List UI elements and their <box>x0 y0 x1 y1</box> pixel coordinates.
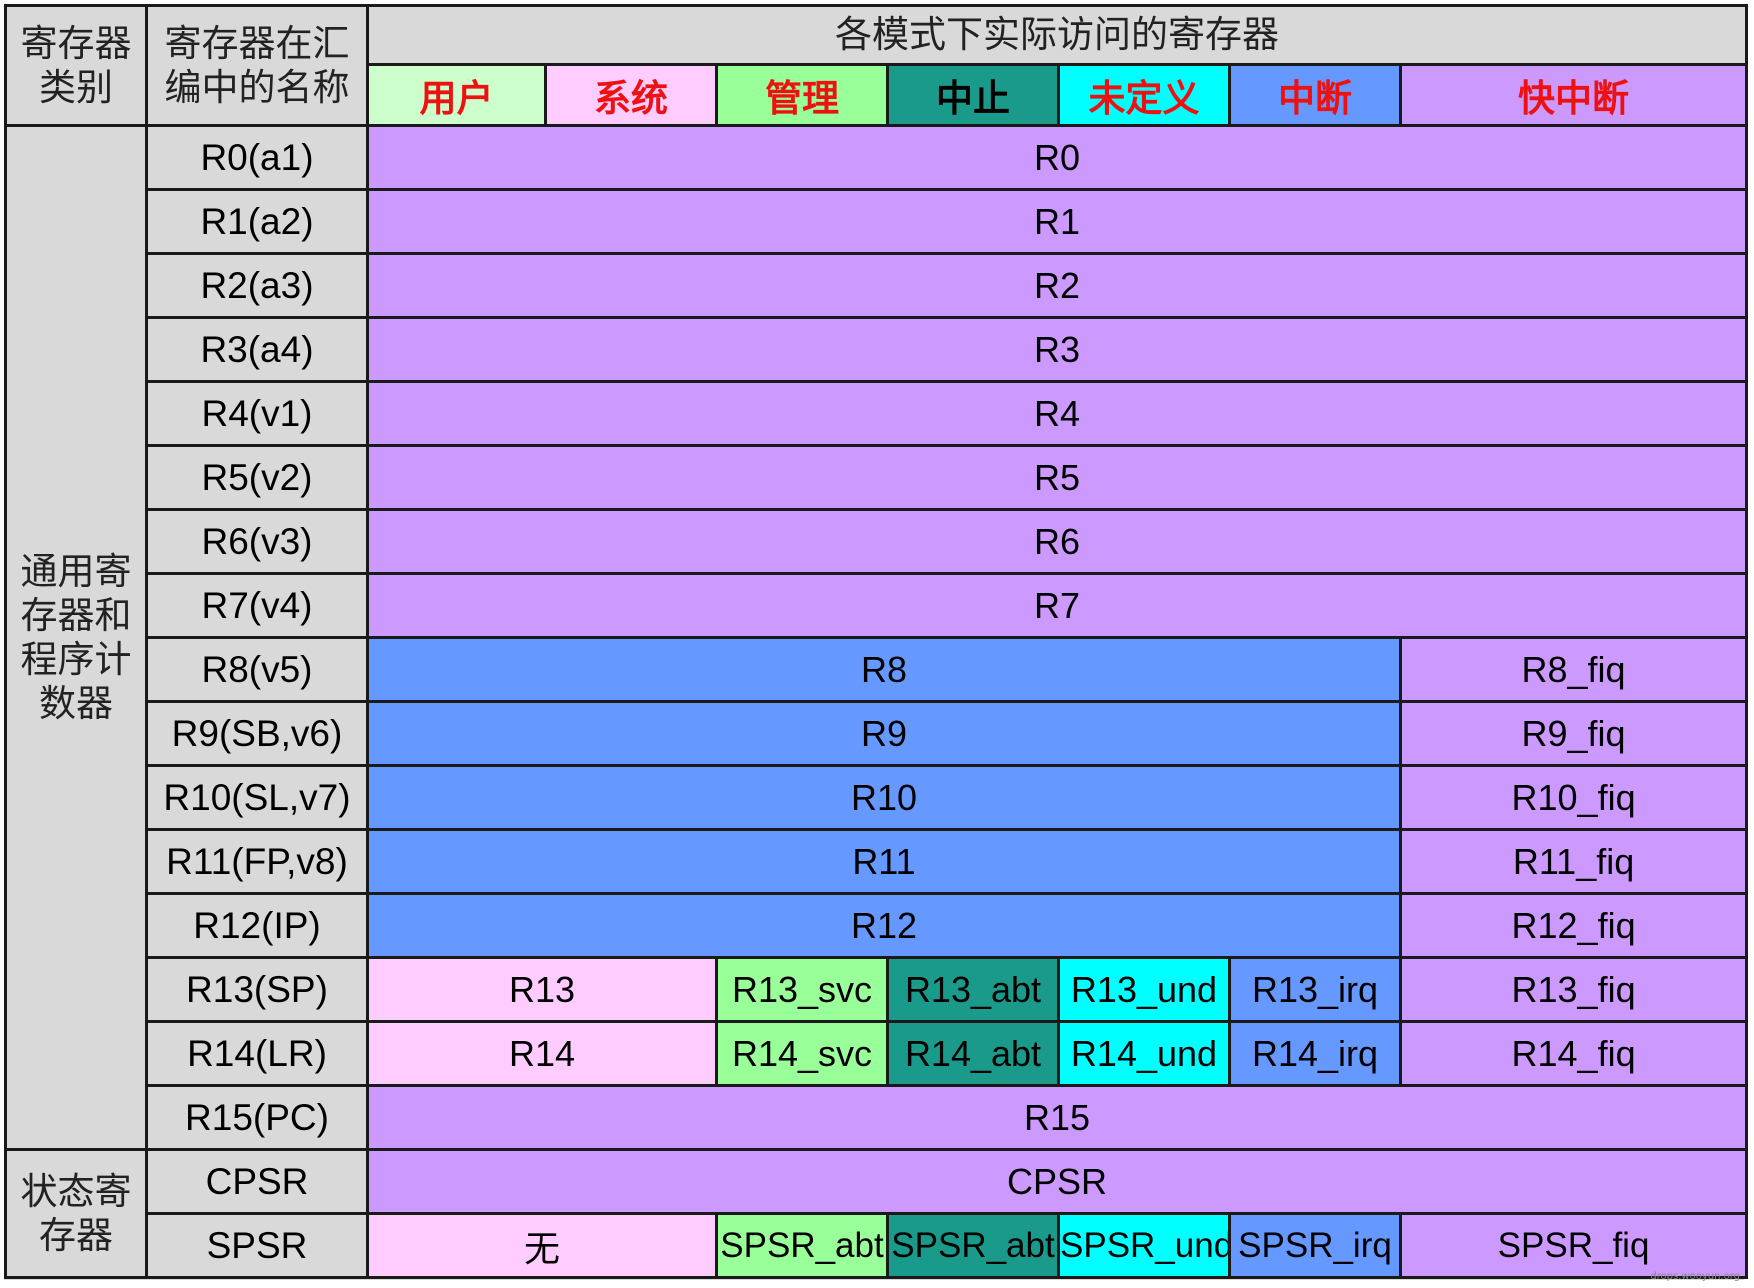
mode-abort: 中止 <box>886 63 1060 127</box>
reg-cell-r8: R8 <box>366 636 1402 703</box>
reg-cell-r9-fiq: R9_fiq <box>1398 700 1749 767</box>
reg-name-r10: R10(SL,v7) <box>145 764 369 831</box>
table-row: R13(SP) R13 R13_svc R13_abt R13_und R13_… <box>6 956 1749 1023</box>
table-row: R6(v3) R6 <box>6 508 1749 575</box>
reg-cell-r14-svc: R14_svc <box>715 1020 889 1087</box>
reg-name-r3: R3(a4) <box>145 316 369 383</box>
reg-name-r8: R8(v5) <box>145 636 369 703</box>
reg-cell-r4: R4 <box>365 380 1749 447</box>
reg-name-spsr: SPSR <box>145 1212 369 1279</box>
reg-name-r9: R9(SB,v6) <box>145 700 369 767</box>
reg-cell-spsr-usr-sys: 无 <box>366 1212 718 1279</box>
reg-cell-r0: R0 <box>365 124 1749 191</box>
reg-cell-r1: R1 <box>365 188 1749 255</box>
header-modes-title: 各模式下实际访问的寄存器 <box>365 4 1749 66</box>
table-row: R2(a3) R2 <box>6 252 1749 319</box>
reg-name-r6: R6(v3) <box>145 508 369 575</box>
reg-cell-r13-svc: R13_svc <box>715 956 889 1023</box>
mode-supervisor: 管理 <box>715 63 889 127</box>
table-row: R7(v4) R7 <box>6 572 1749 639</box>
reg-name-cpsr: CPSR <box>145 1148 369 1215</box>
reg-cell-r11-fiq: R11_fiq <box>1398 828 1749 895</box>
reg-cell-r11: R11 <box>366 828 1402 895</box>
reg-cell-spsr-irq: SPSR_irq <box>1228 1212 1402 1279</box>
reg-cell-r7: R7 <box>365 572 1749 639</box>
reg-name-r15: R15(PC) <box>145 1084 369 1151</box>
register-table-sheet: 寄存器类别 寄存器在汇编中的名称 各模式下实际访问的寄存器 用户 系统 管理 中… <box>4 4 1749 1280</box>
reg-cell-r5: R5 <box>365 444 1749 511</box>
arm-register-table: 寄存器类别 寄存器在汇编中的名称 各模式下实际访问的寄存器 用户 系统 管理 中… <box>4 4 1749 1279</box>
reg-cell-r9: R9 <box>366 700 1402 767</box>
category-status: 状态寄存器 <box>4 1148 148 1279</box>
reg-cell-r8-fiq: R8_fiq <box>1398 636 1749 703</box>
table-row: R4(v1) R4 <box>6 380 1749 447</box>
reg-cell-r6: R6 <box>365 508 1749 575</box>
reg-cell-spsr-svc: SPSR_abt <box>715 1212 889 1279</box>
header-register-category: 寄存器类别 <box>4 4 148 127</box>
mode-undefined: 未定义 <box>1057 63 1231 127</box>
reg-name-r14: R14(LR) <box>145 1020 369 1087</box>
reg-name-r1: R1(a2) <box>145 188 369 255</box>
reg-name-r5: R5(v2) <box>145 444 369 511</box>
reg-name-r2: R2(a3) <box>145 252 369 319</box>
table-row: R10(SL,v7) R10 R10_fiq <box>6 764 1749 831</box>
table-row: R11(FP,v8) R11 R11_fiq <box>6 828 1749 895</box>
table-row: R1(a2) R1 <box>6 188 1749 255</box>
reg-name-r11: R11(FP,v8) <box>145 828 369 895</box>
table-row: R5(v2) R5 <box>6 444 1749 511</box>
table-row: SPSR 无 SPSR_abt SPSR_abt SPSR_und SPSR_i… <box>6 1212 1749 1279</box>
reg-cell-spsr-abt: SPSR_abt <box>886 1212 1060 1279</box>
table-row: R12(IP) R12 R12_fiq <box>6 892 1749 959</box>
category-general: 通用寄存器和程序计数器 <box>4 124 148 1151</box>
reg-cell-r15: R15 <box>365 1084 1749 1151</box>
mode-fiq: 快中断 <box>1398 63 1749 127</box>
reg-cell-r13-usr-sys: R13 <box>366 956 718 1023</box>
reg-cell-spsr-und: SPSR_und <box>1057 1212 1231 1279</box>
reg-cell-r14-usr-sys: R14 <box>366 1020 718 1087</box>
reg-cell-r13-irq: R13_irq <box>1228 956 1402 1023</box>
reg-cell-r3: R3 <box>365 316 1749 383</box>
table-row: R15(PC) R15 <box>6 1084 1749 1151</box>
table-row: R14(LR) R14 R14_svc R14_abt R14_und R14_… <box>6 1020 1749 1087</box>
reg-cell-r10-fiq: R10_fiq <box>1398 764 1749 831</box>
table-row: R9(SB,v6) R9 R9_fiq <box>6 700 1749 767</box>
reg-cell-r14-und: R14_und <box>1057 1020 1231 1087</box>
reg-name-r12: R12(IP) <box>145 892 369 959</box>
reg-name-r4: R4(v1) <box>145 380 369 447</box>
mode-irq: 中断 <box>1228 63 1402 127</box>
header-row-1: 寄存器类别 寄存器在汇编中的名称 各模式下实际访问的寄存器 <box>4 4 1749 127</box>
table-row: R3(a4) R3 <box>6 316 1749 383</box>
reg-cell-r14-fiq: R14_fiq <box>1398 1020 1749 1087</box>
reg-cell-r2: R2 <box>365 252 1749 319</box>
reg-cell-r13-und: R13_und <box>1057 956 1231 1023</box>
reg-cell-r13-fiq: R13_fiq <box>1398 956 1749 1023</box>
reg-cell-r12: R12 <box>366 892 1402 959</box>
reg-cell-r14-irq: R14_irq <box>1228 1020 1402 1087</box>
reg-cell-spsr-fiq: SPSR_fiq <box>1398 1212 1749 1279</box>
watermark-text: drops.wooyun.org <box>1650 1271 1740 1282</box>
reg-name-r13: R13(SP) <box>145 956 369 1023</box>
table-row: 状态寄存器 CPSR CPSR <box>4 1148 1749 1279</box>
reg-name-r7: R7(v4) <box>145 572 369 639</box>
reg-name-r0: R0(a1) <box>145 124 369 191</box>
reg-cell-r13-abt: R13_abt <box>886 956 1060 1023</box>
header-assembly-name: 寄存器在汇编中的名称 <box>145 4 369 127</box>
mode-user: 用户 <box>366 63 547 127</box>
reg-cell-r12-fiq: R12_fiq <box>1398 892 1749 959</box>
reg-cell-r14-abt: R14_abt <box>886 1020 1060 1087</box>
table-row: R8(v5) R8 R8_fiq <box>6 636 1749 703</box>
table-row: 通用寄存器和程序计数器 R0(a1) R0 <box>4 124 1749 1151</box>
reg-cell-cpsr: CPSR <box>365 1148 1749 1215</box>
mode-system: 系统 <box>544 63 718 127</box>
reg-cell-r10: R10 <box>366 764 1402 831</box>
